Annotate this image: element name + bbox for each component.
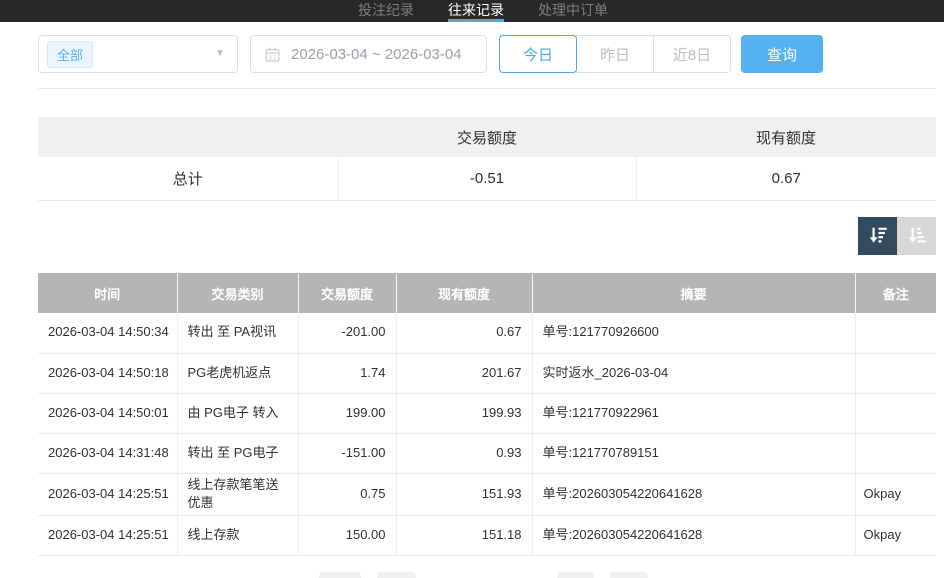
cell-type: 转出 至 PG电子 bbox=[177, 433, 298, 473]
cell-type: 转出 至 PA视讯 bbox=[177, 313, 298, 353]
cell-balance: 0.93 bbox=[396, 433, 532, 473]
cell-summary: 单号:202603054220641628 bbox=[532, 473, 855, 516]
cell-remark: Okpay bbox=[855, 516, 936, 556]
cell-balance: 199.93 bbox=[396, 393, 532, 433]
tab-betting-records[interactable]: 投注纪录 bbox=[358, 0, 414, 22]
cell-summary: 单号:202603054220641628 bbox=[532, 516, 855, 556]
col-remark: 备注 bbox=[855, 273, 936, 313]
col-time: 时间 bbox=[38, 273, 177, 313]
summary-total-row: 总计 -0.51 0.67 bbox=[38, 157, 936, 200]
cell-remark bbox=[855, 433, 936, 473]
summary-header-transaction-amount: 交易额度 bbox=[338, 117, 636, 157]
cell-type: 由 PG电子 转入 bbox=[177, 393, 298, 433]
sort-ascending-button[interactable] bbox=[897, 217, 936, 255]
calendar-icon bbox=[264, 46, 281, 63]
summary-header-current-balance: 现有额度 bbox=[636, 117, 936, 157]
cell-amount: -151.00 bbox=[298, 433, 396, 473]
cell-summary: 单号:121770926600 bbox=[532, 313, 855, 353]
cell-type: PG老虎机返点 bbox=[177, 353, 298, 393]
section-divider bbox=[38, 88, 936, 89]
transactions-table: 时间 交易类别 交易额度 现有额度 摘要 备注 2026-03-04 14:50… bbox=[38, 273, 936, 556]
summary-header-empty bbox=[38, 117, 338, 157]
cell-time: 2026-03-04 14:50:34 bbox=[38, 313, 177, 353]
sort-ascending-icon bbox=[906, 224, 928, 249]
cell-time: 2026-03-04 14:50:18 bbox=[38, 353, 177, 393]
cell-time: 2026-03-04 14:25:51 bbox=[38, 473, 177, 516]
cell-amount: 0.75 bbox=[298, 473, 396, 516]
cell-amount: 1.74 bbox=[298, 353, 396, 393]
pagination-button[interactable] bbox=[557, 572, 594, 578]
cell-summary: 单号:121770789151 bbox=[532, 433, 855, 473]
cell-type: 线上存款 bbox=[177, 516, 298, 556]
col-summary: 摘要 bbox=[532, 273, 855, 313]
tab-transaction-records[interactable]: 往来记录 bbox=[448, 0, 504, 22]
top-navbar: 投注纪录 往来记录 处理中订单 bbox=[0, 0, 944, 22]
summary-table: 交易额度 现有额度 总计 -0.51 0.67 bbox=[38, 117, 936, 201]
tab-processing-orders[interactable]: 处理中订单 bbox=[538, 0, 608, 22]
chevron-down-icon: ▼ bbox=[215, 48, 225, 59]
category-select[interactable]: 全部 ▼ bbox=[38, 35, 238, 73]
table-row: 2026-03-04 14:50:34 转出 至 PA视讯 -201.00 0.… bbox=[38, 313, 936, 353]
cell-balance: 0.67 bbox=[396, 313, 532, 353]
cell-remark: Okpay bbox=[855, 473, 936, 516]
cell-amount: 199.00 bbox=[298, 393, 396, 433]
col-current-balance: 现有额度 bbox=[396, 273, 532, 313]
filter-bar: 全部 ▼ 2026-03-04 ~ 2026-03-04 今日 昨日 近8日 查… bbox=[38, 35, 823, 73]
summary-total-current-balance: 0.67 bbox=[636, 157, 936, 200]
summary-total-transaction-amount: -0.51 bbox=[338, 157, 636, 200]
cell-amount: 150.00 bbox=[298, 516, 396, 556]
table-row: 2026-03-04 14:25:51 线上存款 150.00 151.18 单… bbox=[38, 516, 936, 556]
sort-controls bbox=[858, 217, 936, 255]
sort-descending-button[interactable] bbox=[858, 217, 897, 255]
pagination-button[interactable] bbox=[377, 572, 416, 578]
cell-type: 线上存款笔笔送优惠 bbox=[177, 473, 298, 516]
query-button[interactable]: 查询 bbox=[741, 35, 823, 73]
table-row: 2026-03-04 14:50:18 PG老虎机返点 1.74 201.67 … bbox=[38, 353, 936, 393]
table-row: 2026-03-04 14:31:48 转出 至 PG电子 -151.00 0.… bbox=[38, 433, 936, 473]
cell-remark bbox=[855, 353, 936, 393]
col-transaction-amount: 交易额度 bbox=[298, 273, 396, 313]
table-header-row: 时间 交易类别 交易额度 现有额度 摘要 备注 bbox=[38, 273, 936, 313]
table-row: 2026-03-04 14:50:01 由 PG电子 转入 199.00 199… bbox=[38, 393, 936, 433]
pagination-button[interactable] bbox=[319, 572, 361, 578]
cell-summary: 单号:121770922961 bbox=[532, 393, 855, 433]
today-button[interactable]: 今日 bbox=[499, 35, 577, 73]
transaction-records-page: 投注纪录 往来记录 处理中订单 全部 ▼ 2026-03-04 ~ 2026-0… bbox=[0, 0, 944, 578]
cell-summary: 实时返水_2026-03-04 bbox=[532, 353, 855, 393]
quick-date-button-group: 今日 昨日 近8日 bbox=[499, 35, 731, 73]
nav-tabs: 投注纪录 往来记录 处理中订单 bbox=[358, 0, 944, 22]
cell-time: 2026-03-04 14:50:01 bbox=[38, 393, 177, 433]
summary-total-label: 总计 bbox=[38, 157, 338, 200]
table-row: 2026-03-04 14:25:51 线上存款笔笔送优惠 0.75 151.9… bbox=[38, 473, 936, 516]
date-range-picker[interactable]: 2026-03-04 ~ 2026-03-04 bbox=[250, 35, 487, 73]
summary-header-row: 交易额度 现有额度 bbox=[38, 117, 936, 157]
cell-remark bbox=[855, 313, 936, 353]
last-8-days-button[interactable]: 近8日 bbox=[653, 35, 731, 73]
cell-amount: -201.00 bbox=[298, 313, 396, 353]
cell-balance: 201.67 bbox=[396, 353, 532, 393]
pagination-button[interactable] bbox=[610, 572, 648, 578]
cell-remark bbox=[855, 393, 936, 433]
cell-time: 2026-03-04 14:31:48 bbox=[38, 433, 177, 473]
col-transaction-type: 交易类别 bbox=[177, 273, 298, 313]
cell-balance: 151.93 bbox=[396, 473, 532, 516]
date-range-value: 2026-03-04 ~ 2026-03-04 bbox=[291, 46, 462, 63]
selected-category-tag[interactable]: 全部 bbox=[47, 41, 93, 68]
cell-time: 2026-03-04 14:25:51 bbox=[38, 516, 177, 556]
cell-balance: 151.18 bbox=[396, 516, 532, 556]
sort-descending-icon bbox=[867, 224, 889, 249]
yesterday-button[interactable]: 昨日 bbox=[576, 35, 654, 73]
